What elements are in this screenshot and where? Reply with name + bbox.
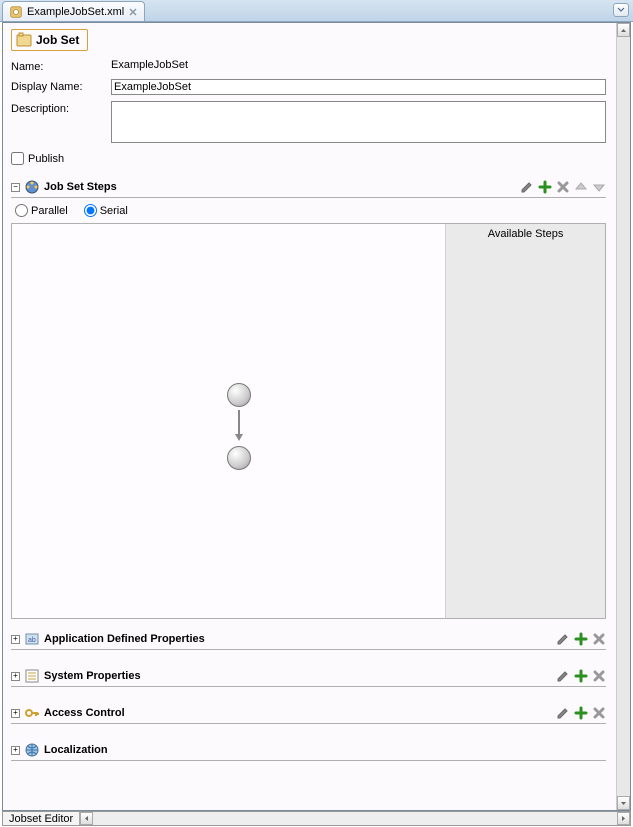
chevron-down-icon [617,7,625,13]
horizontal-scrollbar[interactable] [80,812,630,825]
expand-button[interactable]: + [11,635,20,644]
serial-radio[interactable] [84,204,97,217]
globe-icon [24,742,40,758]
name-label: Name: [11,59,111,73]
status-bar: Jobset Editor [2,811,631,826]
delete-icon[interactable] [592,669,606,683]
parallel-text: Parallel [31,205,68,217]
publish-label: Publish [28,153,64,165]
arrow-head-icon [235,434,243,441]
serial-text: Serial [100,205,128,217]
status-label: Jobset Editor [3,812,80,825]
name-value: ExampleJobSet [111,59,606,71]
add-icon[interactable] [538,180,552,194]
delete-icon[interactable] [592,632,606,646]
steps-canvas[interactable] [12,224,445,618]
collapse-button[interactable]: − [11,183,20,192]
parallel-radio[interactable] [15,204,28,217]
steps-canvas-container: Available Steps [11,223,606,619]
jobset-steps-title: Job Set Steps [44,181,520,193]
tab-dropdown-button[interactable] [613,3,629,17]
edit-icon[interactable] [556,632,570,646]
vertical-scrollbar[interactable] [616,23,630,810]
system-icon [24,668,40,684]
expand-button[interactable]: + [11,709,20,718]
steps-icon [24,179,40,195]
description-label: Description: [11,101,111,115]
app-props-header: + ab Application Defined Properties [11,631,606,650]
jobset-title: Job Set [36,33,79,47]
parallel-radio-label[interactable]: Parallel [15,204,68,217]
app-props-title: Application Defined Properties [44,633,556,645]
jobset-icon [16,32,32,48]
scroll-up-button[interactable] [617,23,630,37]
step-node-1[interactable] [227,383,251,407]
jobset-file-icon [9,5,23,19]
close-icon[interactable] [128,7,138,17]
delete-icon[interactable] [556,180,570,194]
scroll-right-button[interactable] [617,812,630,825]
display-name-input[interactable] [111,79,606,95]
editor-tab[interactable]: ExampleJobSet.xml [2,1,145,21]
edit-icon[interactable] [556,706,570,720]
localization-header: + Localization [11,742,606,761]
step-node-2[interactable] [227,446,251,470]
available-steps-title: Available Steps [446,224,605,244]
svg-text:ab: ab [28,637,36,644]
mode-radio-group: Parallel Serial [11,204,606,217]
jobset-title-box: Job Set [11,29,88,51]
properties-icon: ab [24,631,40,647]
jobset-steps-header: − Job Set Steps [11,179,606,198]
editor-content: Job Set Name: ExampleJobSet Display Name… [2,22,631,811]
delete-icon[interactable] [592,706,606,720]
move-up-icon[interactable] [574,180,588,194]
tab-filename: ExampleJobSet.xml [27,6,124,18]
description-input[interactable] [111,101,606,143]
access-control-header: + Access Control [11,705,606,724]
edit-icon[interactable] [520,180,534,194]
sys-props-header: + System Properties [11,668,606,687]
add-icon[interactable] [574,632,588,646]
expand-button[interactable]: + [11,746,20,755]
scroll-down-button[interactable] [617,796,630,810]
add-icon[interactable] [574,669,588,683]
edit-icon[interactable] [556,669,570,683]
sys-props-title: System Properties [44,670,556,682]
access-control-title: Access Control [44,707,556,719]
available-steps-panel: Available Steps [445,224,605,618]
expand-button[interactable]: + [11,672,20,681]
serial-radio-label[interactable]: Serial [84,204,128,217]
display-name-label: Display Name: [11,79,111,93]
key-icon [24,705,40,721]
add-icon[interactable] [574,706,588,720]
move-down-icon[interactable] [592,180,606,194]
tab-bar: ExampleJobSet.xml [0,0,633,22]
localization-title: Localization [44,744,606,756]
arrow-line [238,410,240,434]
scroll-left-button[interactable] [80,812,93,825]
publish-checkbox[interactable] [11,152,24,165]
